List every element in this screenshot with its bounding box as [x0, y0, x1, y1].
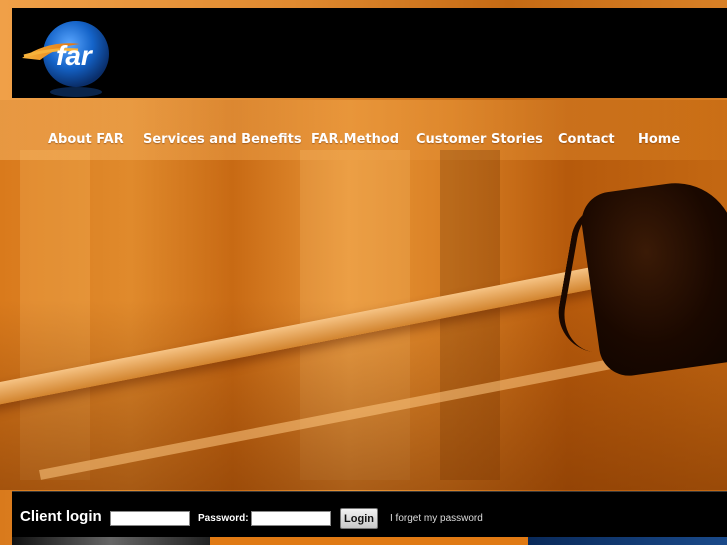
site-header: far — [12, 8, 727, 98]
nav-about-far[interactable]: About FAR — [48, 132, 124, 147]
nav-services-and-benefits[interactable]: Services and Benefits — [143, 132, 302, 147]
password-label: Password: — [198, 513, 249, 524]
client-login-title: Client login — [20, 508, 102, 525]
client-login-bar: Client login Password: Login I forget my… — [12, 491, 727, 538]
nav-home[interactable]: Home — [638, 132, 680, 147]
nav-far-method[interactable]: FAR.Method — [311, 132, 399, 147]
nav-customer-stories[interactable]: Customer Stories — [416, 132, 543, 147]
username-input[interactable] — [110, 511, 190, 526]
main-nav: About FAR Services and Benefits FAR.Meth… — [0, 126, 727, 156]
forgot-password-link[interactable]: I forget my password — [390, 513, 483, 524]
thumbnail-image[interactable] — [12, 537, 210, 545]
nav-contact[interactable]: Contact — [558, 132, 615, 147]
far-logo[interactable]: far — [18, 10, 113, 100]
thumbnail-image[interactable] — [528, 537, 727, 545]
password-input[interactable] — [251, 511, 331, 526]
featured-thumbnails — [12, 537, 727, 545]
login-button[interactable]: Login — [340, 508, 378, 529]
logo-wordmark: far — [56, 40, 94, 71]
thumbnail-image[interactable] — [210, 537, 528, 545]
